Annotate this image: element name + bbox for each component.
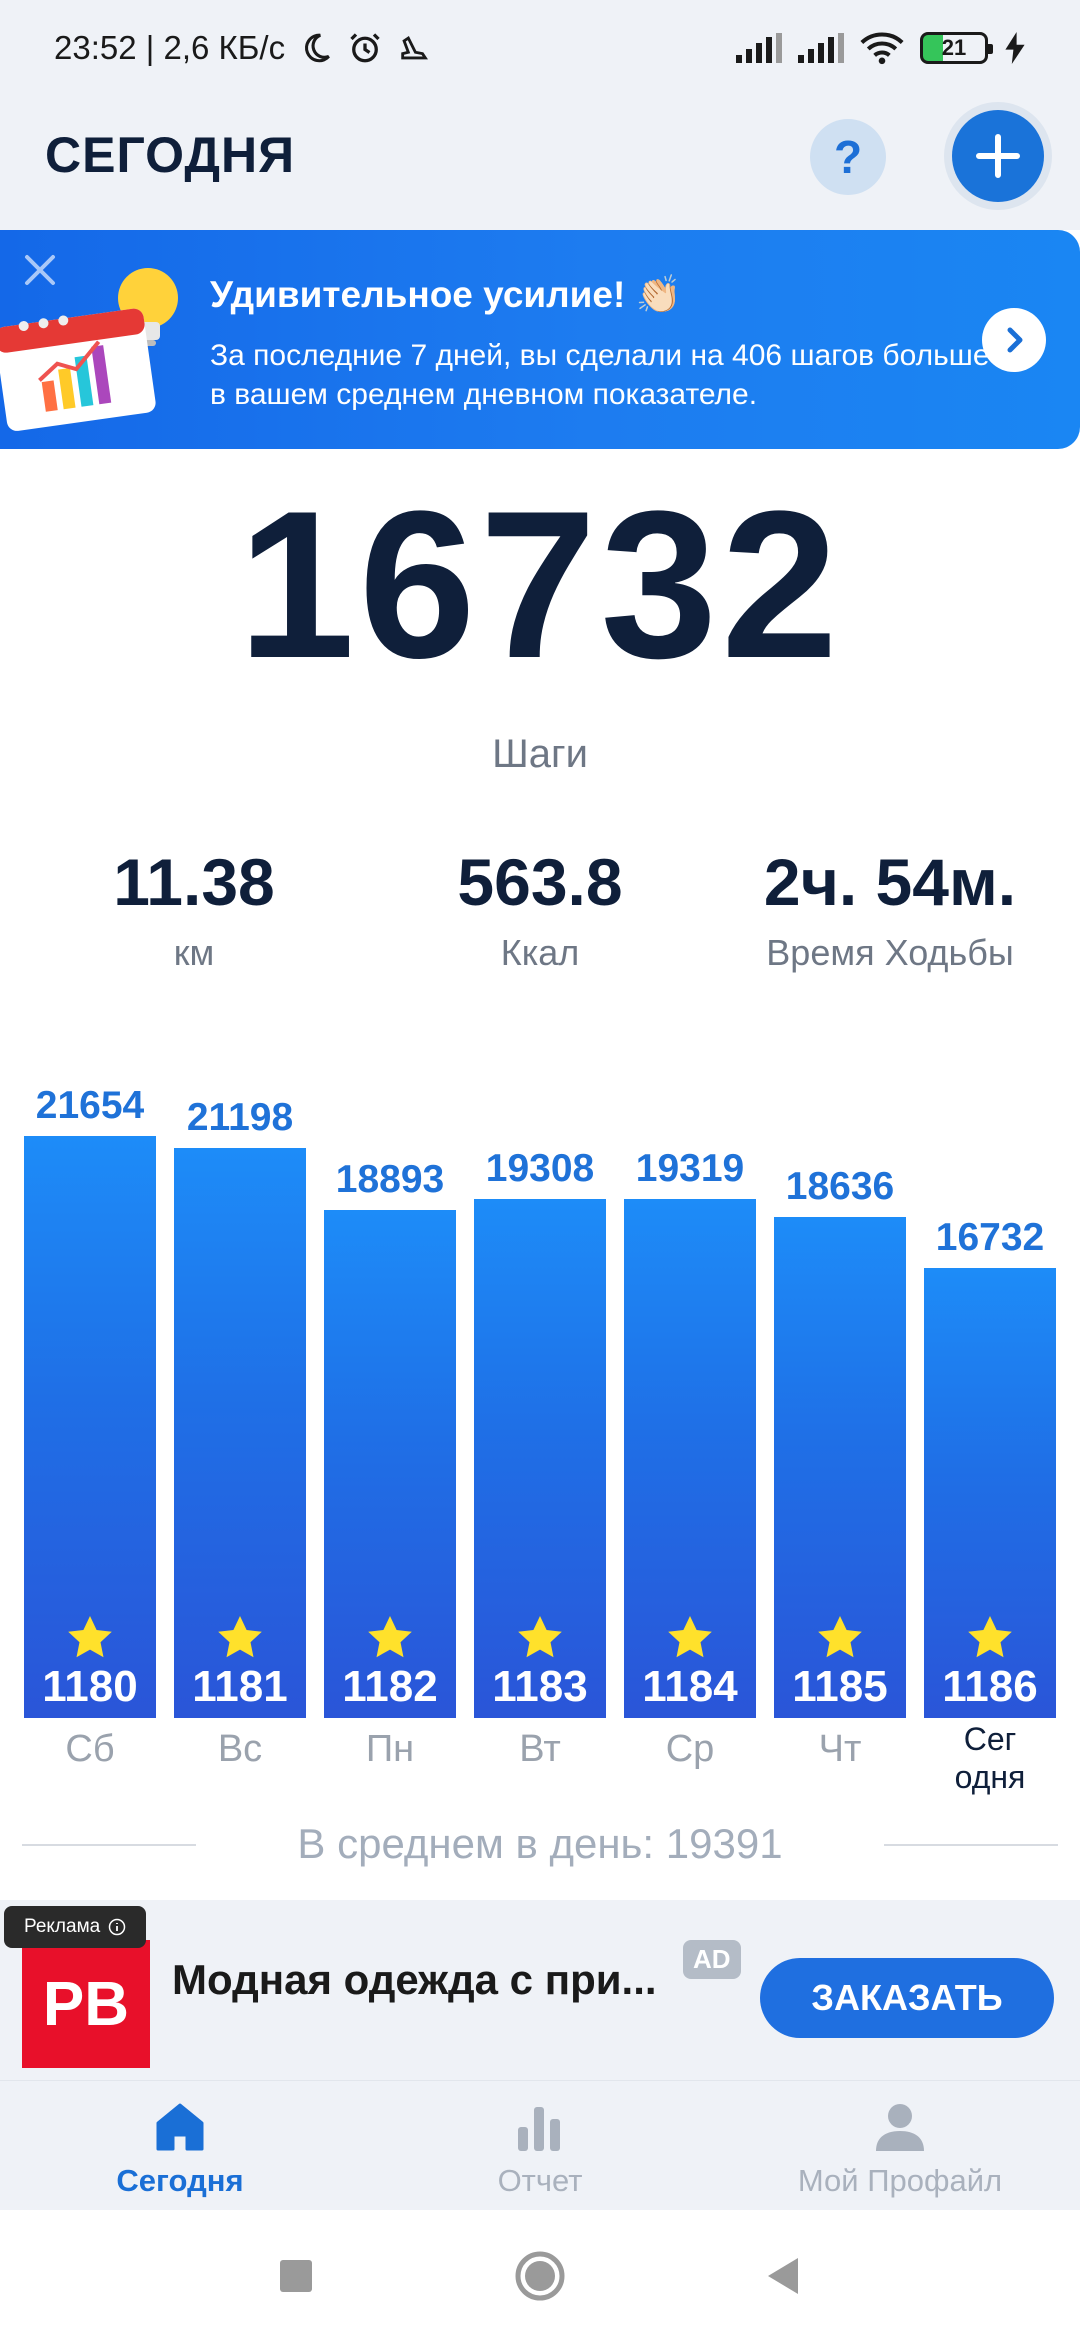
info-icon [108, 1918, 126, 1936]
nav-label-profile: Мой Профайл [797, 2163, 1003, 2198]
walk-time-label: Время Ходьбы [766, 932, 1014, 973]
plus-icon [976, 134, 1020, 178]
person-icon [876, 2104, 924, 2151]
banner-open-button[interactable] [982, 308, 1046, 372]
distance-metric: 11.38 км [14, 846, 374, 974]
status-bar: 23:52 | 2,6 КБ/с 21 [0, 0, 1080, 96]
day-label: Ср [665, 1728, 715, 1770]
nav-label-report: Отчет [497, 2163, 583, 2198]
ad-title: Модная одежда с при... [172, 1956, 657, 2003]
star-icon [666, 1614, 714, 1660]
bar-value-label: 18893 [335, 1158, 445, 1201]
back-button[interactable] [758, 2250, 810, 2302]
weekly-steps-chart[interactable]: 21654 1180 Сб 21198 1181 Вс 18893 1182 Пн 19308 11… [0, 1040, 1080, 1800]
bar-value-label: 21198 [186, 1096, 294, 1139]
star-icon [66, 1614, 114, 1660]
recents-button[interactable] [270, 2250, 322, 2302]
ad-banner[interactable]: Реклама PB Модная одежда с при... AD ЗАК… [0, 1900, 1080, 2080]
bar-rank-label: 1182 [342, 1662, 438, 1711]
bar-rank-label: 1183 [492, 1662, 588, 1711]
star-icon [966, 1614, 1014, 1660]
help-button[interactable]: ? [810, 119, 886, 195]
star-icon [216, 1614, 264, 1660]
status-time: 23:52 | 2,6 КБ/с [54, 29, 286, 66]
bar-value-label: 19308 [485, 1147, 595, 1190]
shoe-icon [397, 31, 431, 65]
banner-message: За последние 7 дней, вы сделали на 406 ш… [210, 339, 990, 411]
bar-rank-label: 1185 [792, 1662, 888, 1711]
battery-indicator: 21 [920, 32, 993, 64]
day-label: Вс [217, 1728, 263, 1770]
page-title: СЕГОДНЯ [45, 127, 296, 183]
moon-icon [299, 31, 333, 65]
chevron-right-icon [1007, 327, 1023, 353]
charging-icon [1004, 32, 1026, 64]
ad-tag: AD [683, 1940, 741, 1979]
distance-value: 11.38 [113, 845, 275, 919]
calories-unit: Ккал [500, 932, 580, 973]
calories-metric: 563.8 Ккал [360, 846, 720, 974]
steps-label: Шаги [492, 732, 588, 776]
bar-rank-label: 1180 [42, 1662, 138, 1711]
day-label: Сег одня [954, 1721, 1026, 1795]
add-button[interactable] [952, 110, 1044, 202]
nav-label-today: Сегодня [116, 2163, 244, 2198]
ad-label: Реклама [4, 1906, 147, 1948]
signal-icon [736, 33, 782, 63]
daily-average: В среднем в день: 19391 [0, 1816, 1080, 1872]
app-header: СЕГОДНЯ ? [0, 96, 1080, 230]
bottom-navigation: Сегодня Отчет Мой Профайл [0, 2080, 1080, 2210]
banner-title: Удивительное усилие! 👏🏻 [210, 274, 682, 315]
day-label: Чт [818, 1728, 862, 1770]
walk-time-metric: 2ч. 54м. Время Ходьбы [700, 846, 1080, 974]
bar-value-label: 19319 [635, 1147, 745, 1190]
star-icon [816, 1614, 864, 1660]
ad-logo: PB [22, 1940, 150, 2068]
distance-unit: км [173, 932, 215, 973]
bar-chart-icon [518, 2107, 560, 2151]
ad-label-text: Реклама [24, 1916, 101, 1937]
walk-time-value: 2ч. 54м. [763, 845, 1017, 919]
daily-average-text: В среднем в день: 19391 [297, 1820, 783, 1867]
bar-rank-label: 1181 [192, 1662, 288, 1711]
star-icon [366, 1614, 414, 1660]
home-button[interactable] [514, 2250, 566, 2302]
help-icon: ? [833, 131, 863, 183]
alarm-icon [347, 30, 383, 66]
home-icon [156, 2103, 204, 2151]
nav-tab-profile[interactable]: Мой Профайл [720, 2081, 1080, 2211]
signal-icon [798, 33, 844, 63]
system-navigation-bar [0, 2210, 1080, 2340]
achievement-banner[interactable]: Удивительное усилие! 👏🏻 За последние 7 д… [0, 230, 1080, 449]
order-button[interactable]: ЗАКАЗАТЬ [760, 1958, 1054, 2038]
bar-value-label: 16732 [935, 1216, 1045, 1259]
nav-tab-today[interactable]: Сегодня [0, 2081, 360, 2211]
bar-value-label: 18636 [785, 1165, 895, 1208]
bar-rank-label: 1186 [942, 1662, 1038, 1711]
wifi-icon [860, 31, 904, 65]
day-label: Сб [65, 1728, 115, 1770]
bar-rank-label: 1184 [642, 1662, 738, 1711]
calories-value: 563.8 [457, 845, 623, 919]
day-label: Пн [365, 1728, 415, 1770]
steps-count: 16732 [238, 467, 842, 702]
day-label: Вт [519, 1728, 561, 1770]
nav-tab-report[interactable]: Отчет [360, 2081, 720, 2211]
star-icon [516, 1614, 564, 1660]
bar-value-label: 21654 [35, 1084, 145, 1127]
calendar-chart-illustration [0, 268, 178, 431]
